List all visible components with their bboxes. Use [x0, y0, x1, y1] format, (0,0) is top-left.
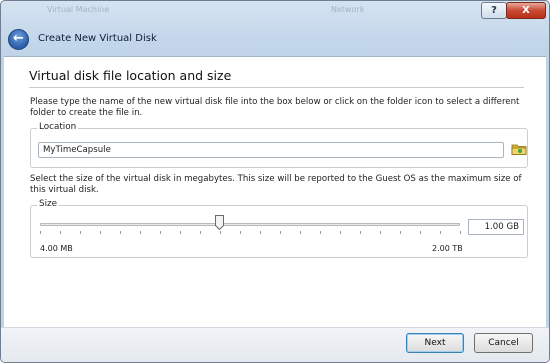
slider-tick	[420, 231, 421, 234]
slider-tick	[380, 231, 381, 234]
background-window-label: Virtual Machine	[47, 5, 110, 14]
back-arrow-icon[interactable]: ←	[8, 29, 29, 50]
slider-tick	[320, 231, 321, 234]
slider-tick	[400, 231, 401, 234]
button-bar: Next Cancel	[1, 327, 549, 362]
next-button[interactable]: Next	[406, 333, 464, 353]
slider-tick	[220, 231, 221, 234]
page-title: Virtual disk file location and size	[29, 68, 232, 83]
slider-tick	[460, 231, 461, 234]
slider-tick	[160, 231, 161, 234]
slider-tick	[100, 231, 101, 234]
title-divider	[29, 87, 524, 88]
slider-tick	[60, 231, 61, 234]
slider-tick	[360, 231, 361, 234]
size-max-label: 2.00 TB	[432, 244, 463, 253]
wizard-content: Virtual disk file location and size Plea…	[4, 56, 546, 327]
location-input[interactable]: MyTimeCapsule	[38, 142, 504, 158]
close-button[interactable]: X	[506, 2, 546, 19]
slider-tick	[200, 231, 201, 234]
location-description: Please type the name of the new virtual …	[30, 97, 520, 118]
slider-tick	[300, 231, 301, 234]
size-description: Select the size of the virtual disk in m…	[30, 174, 522, 195]
slider-tick	[180, 231, 181, 234]
size-input[interactable]: 1.00 GB	[468, 219, 524, 235]
dialog-window: Virtual Machine Network ? X ← Create New…	[0, 0, 550, 363]
size-slider-handle[interactable]	[214, 215, 224, 231]
location-group: Location MyTimeCapsule	[30, 122, 528, 168]
wizard-title: Create New Virtual Disk	[38, 33, 157, 44]
folder-icon[interactable]	[511, 141, 527, 157]
slider-tick	[120, 231, 121, 234]
size-slider[interactable]	[40, 223, 460, 226]
slider-tick	[80, 231, 81, 234]
size-min-label: 4.00 MB	[40, 244, 73, 253]
location-label: Location	[37, 122, 79, 132]
slider-tick	[240, 231, 241, 234]
slider-tick	[280, 231, 281, 234]
size-label: Size	[37, 199, 60, 209]
slider-tick	[40, 231, 41, 234]
help-button[interactable]: ?	[481, 2, 507, 19]
slider-tick	[140, 231, 141, 234]
size-group: Size 1.00 GB 4.00 MB 2.00 TB	[30, 199, 528, 258]
title-bar: Virtual Machine Network ? X	[1, 1, 549, 25]
slider-tick	[340, 231, 341, 234]
background-window-label: Network	[331, 5, 365, 14]
slider-tick	[260, 231, 261, 234]
cancel-button[interactable]: Cancel	[474, 333, 533, 353]
slider-tick	[440, 231, 441, 234]
